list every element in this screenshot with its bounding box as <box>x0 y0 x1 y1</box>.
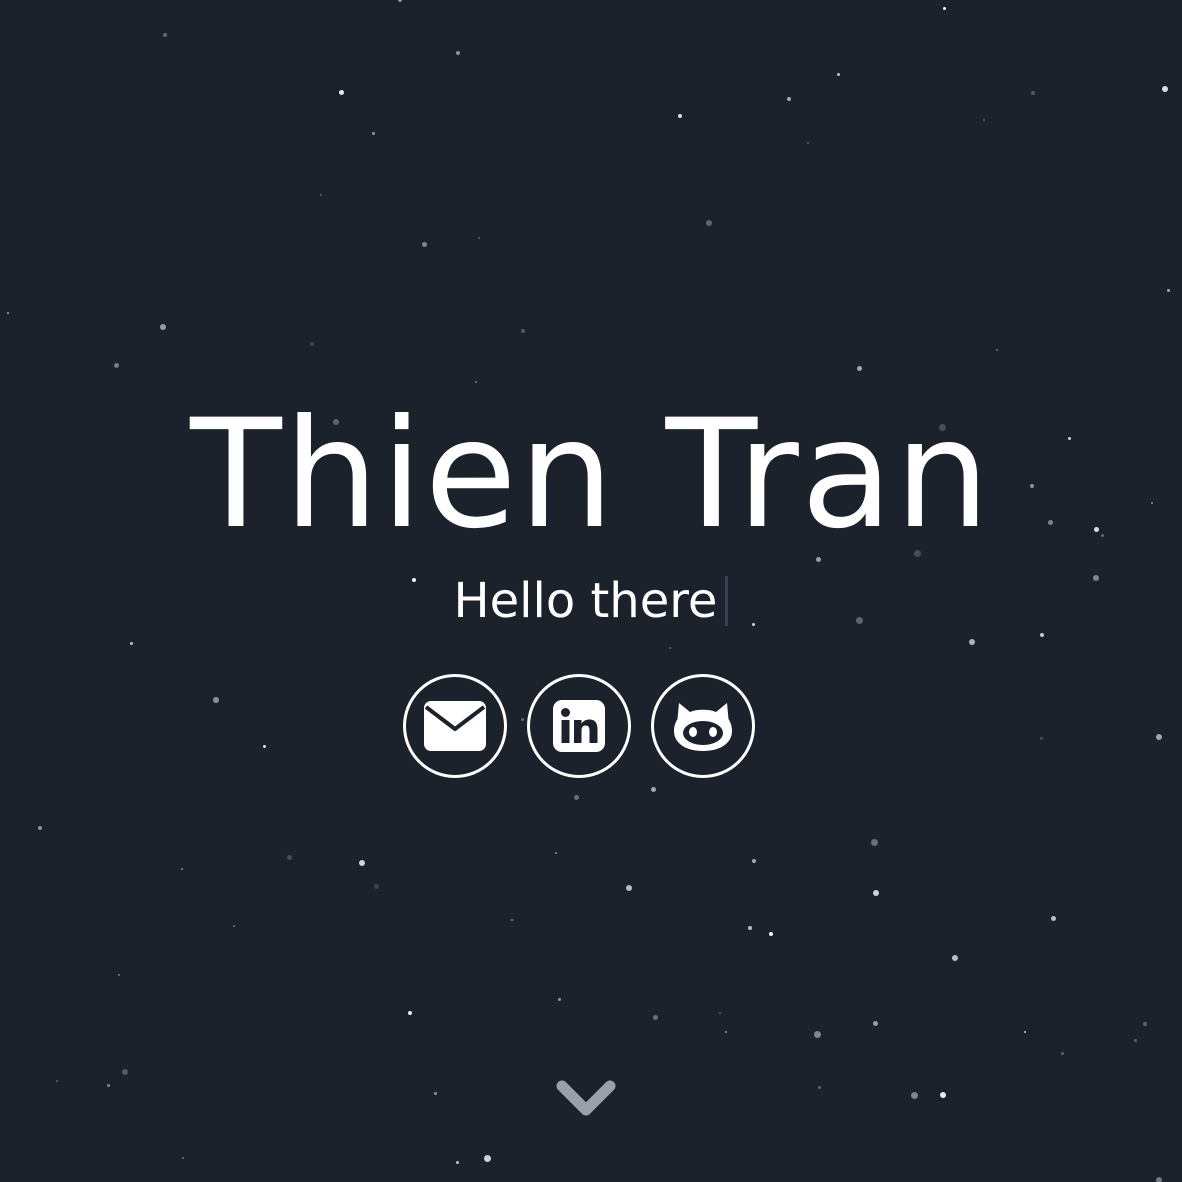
github-button[interactable] <box>651 674 755 778</box>
scroll-down-button[interactable] <box>556 1078 616 1124</box>
greeting-line: Hello there <box>0 572 1182 632</box>
chevron-down-icon <box>556 1080 616 1116</box>
envelope-icon <box>424 701 486 751</box>
github-icon <box>674 703 732 751</box>
typing-cursor <box>725 576 729 626</box>
email-button[interactable] <box>403 674 507 778</box>
typed-greeting: Hello there <box>453 573 718 629</box>
hero-name: Thien Tran <box>190 388 992 562</box>
linkedin-icon <box>553 700 605 752</box>
social-links <box>403 674 755 778</box>
hero-section: Thien Tran Hello there <box>0 0 1182 1182</box>
linkedin-button[interactable] <box>527 674 631 778</box>
